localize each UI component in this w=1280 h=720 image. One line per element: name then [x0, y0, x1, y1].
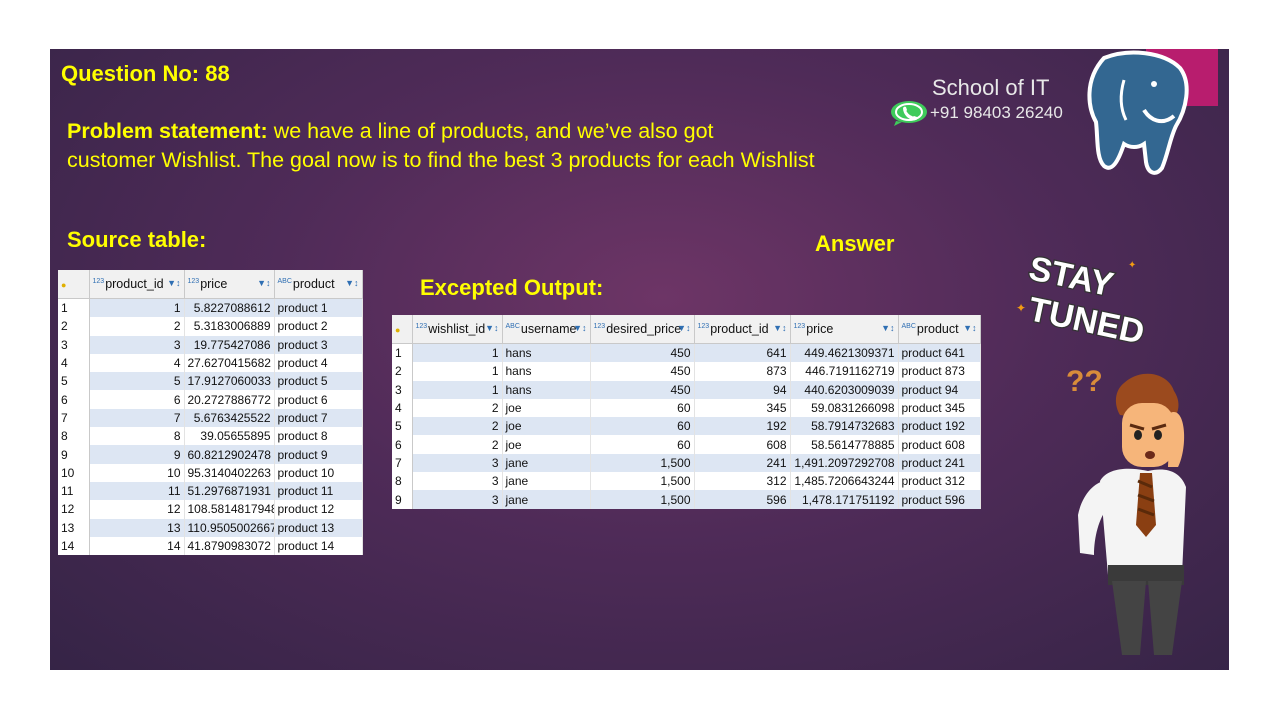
source-table-header: ● 123product_id ▼↕ 123price ▼↕ ABCproduct ▼… — [58, 270, 363, 299]
table-row[interactable]: 4 2 joe 60 345 59.0831266098 product 345 — [392, 398, 981, 418]
table-row[interactable]: 10 10 95.3140402263 product 10 — [58, 463, 363, 482]
column-header[interactable]: 123wishlist_id ▼↕ — [412, 315, 503, 344]
expected-output-title: Excepted Output: — [420, 275, 604, 300]
sort-filter-icon[interactable]: ▼↕ — [677, 323, 690, 333]
table-row[interactable]: 4 4 27.6270415682 product 4 — [58, 353, 363, 373]
table-row[interactable]: 5 2 joe 60 192 58.7914732683 product 192 — [392, 417, 981, 436]
output-table-header: ● 123wishlist_id ▼↕ ABCusername ▼↕ 123desi… — [392, 315, 981, 344]
table-row[interactable]: 7 7 5.6763425522 product 7 — [58, 408, 363, 428]
brand-phone: +91 98403 26240 — [890, 100, 1063, 126]
corner-cell: ● — [58, 270, 90, 299]
table-row[interactable]: 9 9 60.8212902478 product 9 — [58, 445, 363, 464]
column-header[interactable]: ABCproduct ▼↕ — [898, 315, 981, 344]
column-header[interactable]: ABCusername ▼↕ — [502, 315, 591, 344]
svg-text:✦: ✦ — [1128, 260, 1136, 271]
sort-filter-icon[interactable]: ▼↕ — [963, 323, 976, 333]
table-row[interactable]: 13 13 110.9505002667 product 13 — [58, 518, 363, 537]
brand-name: School of IT — [932, 75, 1050, 100]
sort-filter-icon[interactable]: ▼↕ — [257, 278, 270, 288]
table-row[interactable]: 6 2 joe 60 608 58.5614778885 product 608 — [392, 435, 981, 454]
sort-filter-icon[interactable]: ▼↕ — [573, 323, 586, 333]
problem-statement: Problem statement: we have a line of pro… — [67, 117, 927, 175]
table-row[interactable]: 14 14 41.8790983072 product 14 — [58, 536, 363, 556]
phone-number: +91 98403 26240 — [930, 103, 1063, 122]
question-number: Question No: 88 — [61, 61, 230, 86]
stay-tuned-sticker: STAY TUNED ✦ ✦ — [1016, 250, 1147, 350]
table-row[interactable]: 9 3 jane 1,500 596 1,478.171751192 product 596 — [392, 490, 981, 509]
svg-text:✦: ✦ — [1016, 301, 1026, 315]
table-row[interactable]: 11 11 51.2976871931 product 11 — [58, 481, 363, 501]
confused-man-illustration: ?? — [1066, 365, 1186, 655]
table-row[interactable]: 2 2 5.3183006889 product 2 — [58, 317, 363, 336]
table-row[interactable]: 2 1 hans 450 873 446.7191162719 product 873 — [392, 362, 981, 381]
corner-cell: ● — [392, 315, 413, 344]
column-header[interactable]: 123price ▼↕ — [184, 270, 275, 299]
source-table: ● 123product_id ▼↕ 123price ▼↕ ABCproduct ▼… — [58, 270, 363, 556]
problem-label: Problem statement: — [67, 119, 268, 143]
answer-title: Answer — [815, 231, 895, 256]
sort-filter-icon[interactable]: ▼↕ — [345, 278, 358, 288]
source-table-title: Source table: — [67, 227, 207, 252]
column-header[interactable]: 123product_id ▼↕ — [89, 270, 185, 299]
table-row[interactable]: 6 6 20.2727886772 product 6 — [58, 390, 363, 409]
table-row[interactable]: 7 3 jane 1,500 241 1,491.2097292708 product 24… — [392, 453, 981, 473]
problem-line-1: we have a line of products, and we’ve al… — [267, 119, 714, 143]
table-row[interactable]: 5 5 17.9127060033 product 5 — [58, 372, 363, 391]
sort-filter-icon[interactable]: ▼↕ — [881, 323, 894, 333]
column-header[interactable]: ABCproduct ▼↕ — [274, 270, 363, 299]
sort-filter-icon[interactable]: ▼↕ — [485, 323, 498, 333]
table-row[interactable]: 1 1 5.8227088612 product 1 — [58, 298, 363, 318]
table-row[interactable]: 8 8 39.05655895 product 8 — [58, 427, 363, 446]
column-header[interactable]: 123price ▼↕ — [790, 315, 899, 344]
table-row[interactable]: 3 3 19.775427086 product 3 — [58, 335, 363, 354]
table-row[interactable]: 3 1 hans 450 94 440.6203009039 product 94 — [392, 380, 981, 399]
question-marks: ?? — [1066, 365, 1103, 398]
column-header[interactable]: 123desired_price ▼↕ — [590, 315, 695, 344]
postgresql-elephant-logo — [1087, 50, 1189, 175]
table-row[interactable]: 1 1 hans 450 641 449.4621309371 product 641 — [392, 343, 981, 363]
table-row[interactable]: 8 3 jane 1,500 312 1,485.7206643244 product 31… — [392, 472, 981, 491]
problem-line-2: customer Wishlist. The goal now is to fi… — [67, 148, 815, 172]
expected-output-table: ● 123wishlist_id ▼↕ ABCusername ▼↕ 123desi… — [392, 315, 981, 509]
table-row[interactable]: 12 12 108.5814817948 product 12 — [58, 500, 363, 519]
sort-filter-icon[interactable]: ▼↕ — [773, 323, 786, 333]
whatsapp-icon — [891, 101, 927, 126]
column-header[interactable]: 123product_id ▼↕ — [694, 315, 791, 344]
sort-filter-icon[interactable]: ▼↕ — [167, 278, 180, 288]
